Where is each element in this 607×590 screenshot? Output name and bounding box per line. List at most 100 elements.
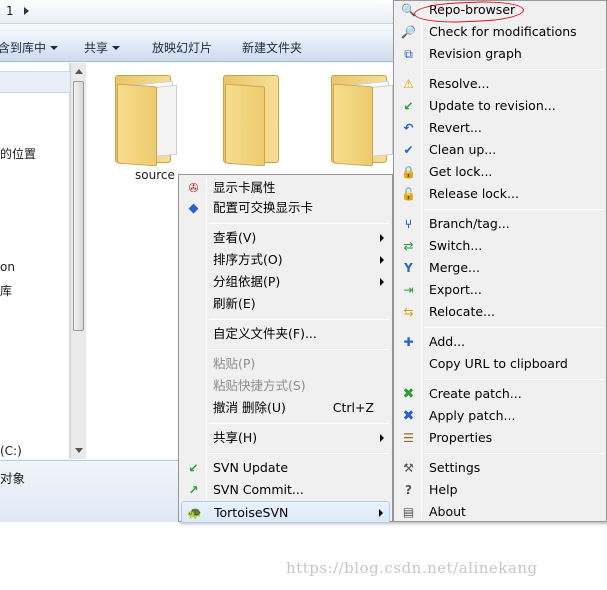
menu-item-paste: 粘贴(P) [181, 353, 390, 375]
nav-selected-item[interactable] [0, 71, 70, 93]
folder-source[interactable] [115, 69, 177, 167]
menu-item-tortoisesvn[interactable]: 🐢 TortoiseSVN [181, 501, 390, 523]
nav-item-drive-c[interactable]: (C:) [0, 444, 22, 458]
menu-item-label: Export... [429, 282, 482, 297]
menu-item-label: Properties [429, 430, 493, 445]
menu-item-merge[interactable]: Y Merge... [396, 257, 604, 279]
menu-separator [424, 327, 603, 328]
menu-item-settings[interactable]: ⚒ Settings [396, 457, 604, 479]
include-in-library-label: 含到库中 [0, 41, 47, 55]
menu-item-label: 刷新(E) [213, 296, 256, 311]
menu-item-paste-shortcut: 粘贴快捷方式(S) [181, 375, 390, 397]
svn-commit-icon: ↗ [188, 483, 199, 497]
menu-item-revert[interactable]: ↶ Revert... [396, 117, 604, 139]
menu-item-properties[interactable]: ☰ Properties [396, 427, 604, 449]
folder-label[interactable]: source [135, 168, 175, 182]
slideshow-button[interactable]: 放映幻灯片 [152, 39, 212, 56]
menu-item-view[interactable]: 查看(V) [181, 227, 390, 249]
menu-item-label: Revert... [429, 120, 482, 135]
scroll-down-icon[interactable] [75, 448, 83, 453]
menu-item-label: Get lock... [429, 164, 493, 179]
menu-item-label: Settings [429, 460, 481, 475]
menu-item-relocate[interactable]: ⇆ Relocate... [396, 301, 604, 323]
nav-item-library[interactable]: 库 [0, 282, 12, 299]
menu-item-display-properties[interactable]: ✇ 显示卡属性 [181, 177, 390, 199]
menu-item-customize-folder[interactable]: 自定义文件夹(F)... [181, 323, 390, 345]
scroll-up-icon[interactable] [75, 69, 83, 74]
include-in-library-button[interactable]: 含到库中 [0, 39, 59, 56]
submenu-arrow-icon [380, 234, 384, 242]
revert-icon: ↶ [403, 121, 414, 135]
create-patch-icon: ✖ [402, 386, 415, 402]
command-bar: 含到库中 共享 放映幻灯片 新建文件夹 [0, 30, 395, 62]
merge-icon: Y [404, 261, 413, 275]
menu-separator [424, 69, 603, 70]
menu-item-share[interactable]: 共享(H) [181, 427, 390, 449]
menu-item-clean-up[interactable]: ✔ Clean up... [396, 139, 604, 161]
menu-item-resolve[interactable]: ⚠ Resolve... [396, 73, 604, 95]
menu-separator [209, 223, 389, 224]
menu-item-add[interactable]: ✚ Add... [396, 331, 604, 353]
menu-separator [209, 423, 389, 424]
address-bar[interactable]: 1 [0, 0, 395, 24]
scroll-thumb[interactable] [73, 81, 84, 331]
address-number: 1 [6, 4, 14, 18]
submenu-arrow-icon [379, 509, 383, 517]
menu-item-about[interactable]: ▤ About [396, 501, 604, 523]
menu-item-export[interactable]: ⇥ Export... [396, 279, 604, 301]
unlock-icon: 🔓 [401, 187, 416, 201]
menu-item-label: 粘贴(P) [213, 356, 256, 371]
menu-item-create-patch[interactable]: ✖ Create patch... [396, 383, 604, 405]
menu-separator [424, 379, 603, 380]
menu-item-switch[interactable]: ⇄ Switch... [396, 235, 604, 257]
menu-item-copy-url[interactable]: Copy URL to clipboard [396, 353, 604, 375]
menu-item-help[interactable]: ? Help [396, 479, 604, 501]
check-modifications-icon: 🔎 [401, 25, 416, 39]
clean-up-icon: ✔ [403, 143, 414, 157]
menu-item-branch-tag[interactable]: ⑂ Branch/tag... [396, 213, 604, 235]
menu-item-svn-commit[interactable]: ↗ SVN Commit... [181, 479, 390, 501]
menu-item-label: Create patch... [429, 386, 522, 401]
menu-item-update-to-revision[interactable]: ↙ Update to revision... [396, 95, 604, 117]
repo-browser-icon: 🔍 [401, 3, 416, 17]
nav-item-locations[interactable]: 的位置 [0, 145, 36, 162]
settings-wrench-icon: ⚒ [403, 461, 414, 475]
submenu-arrow-icon [380, 278, 384, 286]
navigation-pane: 的位置 on 库 (C:) [0, 63, 70, 459]
menu-item-label: Copy URL to clipboard [429, 356, 568, 371]
menu-item-svn-update[interactable]: ↙ SVN Update [181, 457, 390, 479]
menu-item-release-lock[interactable]: 🔓 Release lock... [396, 183, 604, 205]
revision-graph-icon: ⧉ [404, 47, 413, 61]
folder-item[interactable] [331, 69, 393, 167]
shortcut-label: Ctrl+Z [332, 400, 374, 415]
display-card-icon: ✇ [188, 181, 199, 195]
menu-item-switchable-graphics[interactable]: ◆ 配置可交换显示卡 [181, 197, 390, 219]
menu-item-get-lock[interactable]: 🔒 Get lock... [396, 161, 604, 183]
folder-item[interactable] [223, 69, 283, 167]
relocate-icon: ⇆ [403, 305, 414, 319]
share-button[interactable]: 共享 [84, 39, 121, 56]
menu-separator [424, 209, 603, 210]
branch-icon: ⑂ [404, 217, 413, 231]
menu-item-revision-graph[interactable]: ⧉ Revision graph [396, 43, 604, 65]
nav-scrollbar[interactable] [70, 63, 86, 459]
menu-item-sort-by[interactable]: 排序方式(O) [181, 249, 390, 271]
nav-item-partial[interactable]: on [0, 260, 15, 274]
menu-item-label: 共享(H) [213, 430, 258, 445]
folder-icon [333, 83, 373, 167]
menu-item-check-modifications[interactable]: 🔎 Check for modifications [396, 21, 604, 43]
new-folder-button[interactable]: 新建文件夹 [242, 39, 302, 56]
menu-item-group-by[interactable]: 分组依据(P) [181, 271, 390, 293]
breadcrumb-arrow-icon[interactable] [24, 7, 29, 15]
help-icon: ? [405, 483, 412, 497]
menu-item-label: 显示卡属性 [213, 180, 276, 195]
menu-item-undo-delete[interactable]: 撤消 删除(U) Ctrl+Z [181, 397, 390, 419]
folder-icon [225, 83, 265, 167]
menu-item-label: 排序方式(O) [213, 252, 283, 267]
menu-item-label: Merge... [429, 260, 480, 275]
tortoisesvn-submenu: 🔍 Repo-browser 🔎 Check for modifications… [393, 0, 607, 522]
menu-item-apply-patch[interactable]: ✖ Apply patch... [396, 405, 604, 427]
menu-item-label: Release lock... [429, 186, 519, 201]
menu-item-label: Resolve... [429, 76, 490, 91]
menu-item-refresh[interactable]: 刷新(E) [181, 293, 390, 315]
